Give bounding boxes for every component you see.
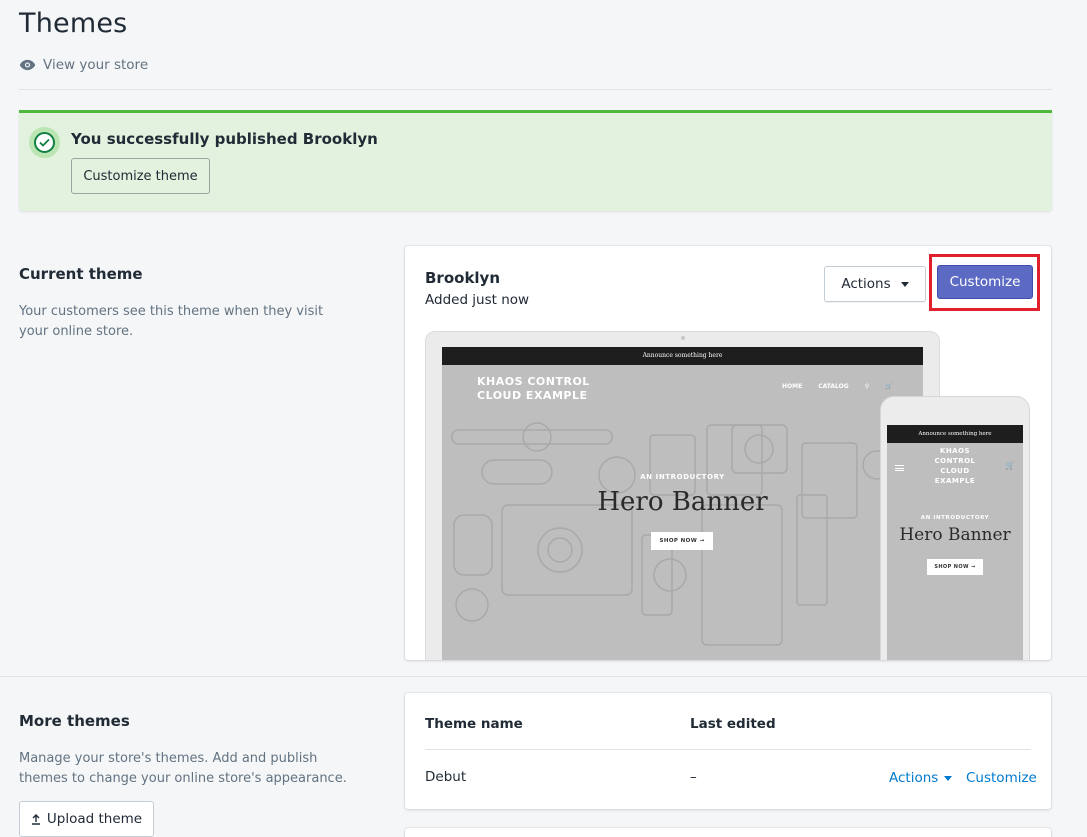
current-theme-heading: Current theme <box>19 265 143 283</box>
preview-announcement: Announce something here <box>442 347 923 365</box>
page-title: Themes <box>19 8 128 39</box>
theme-row-actions-link[interactable]: Actions <box>889 770 953 786</box>
theme-row-name: Debut <box>425 769 467 785</box>
preview-nav-home: HOME <box>782 383 803 390</box>
search-icon: ⚲ <box>864 383 870 390</box>
desktop-preview-screen: Announce something here KHAOS CONTROL CL… <box>442 347 923 660</box>
upload-icon <box>31 813 40 825</box>
current-theme-description: Your customers see this theme when they … <box>19 304 324 339</box>
preview-shop-button: SHOP NOW → <box>651 532 713 550</box>
mobile-intro: AN INTRODUCTORY <box>920 515 990 521</box>
preview-hero-title: Hero Banner <box>597 487 768 517</box>
current-theme-card: Brooklyn Added just now Actions Customiz… <box>405 246 1051 660</box>
preview-intro: AN INTRODUCTORY <box>640 473 725 481</box>
more-themes-card: Theme name Last edited Debut – Actions C… <box>405 693 1051 809</box>
view-store-link[interactable]: View your store <box>19 57 148 73</box>
view-store-label: View your store <box>43 57 149 73</box>
banner-message: You successfully published Brooklyn <box>71 130 378 148</box>
column-header-theme-name: Theme name <box>425 716 523 732</box>
caret-down-icon <box>900 281 909 287</box>
preview-shop-name: KHAOS CONTROL CLOUD EXAMPLE <box>477 375 590 402</box>
mobile-shop-name: KHAOS CONTROL CLOUD EXAMPLE <box>934 447 976 485</box>
column-header-last-edited: Last edited <box>690 716 776 732</box>
customize-theme-button[interactable]: Customize theme <box>71 158 210 194</box>
eye-icon <box>19 59 36 71</box>
upload-theme-label: Upload theme <box>46 811 143 827</box>
theme-library-card <box>405 828 1051 837</box>
success-check-icon <box>29 127 60 158</box>
theme-row-last-edited: – <box>690 769 697 785</box>
more-themes-heading: More themes <box>19 712 130 730</box>
caret-down-icon <box>944 775 953 781</box>
laptop-camera <box>681 336 685 340</box>
cart-icon: 🛒 <box>885 383 893 390</box>
theme-row-customize-link[interactable]: Customize <box>966 770 1037 786</box>
desktop-preview: Announce something here KHAOS CONTROL CL… <box>425 331 940 660</box>
success-banner: You successfully published Brooklyn Cust… <box>19 110 1052 211</box>
mobile-announcement: Announce something here <box>887 425 1023 443</box>
section-divider <box>0 676 1087 677</box>
header-divider <box>19 89 1052 90</box>
upload-theme-button[interactable]: Upload theme <box>19 801 154 837</box>
theme-row-actions-label: Actions <box>889 770 939 786</box>
actions-label: Actions <box>841 276 891 292</box>
highlight-frame: Customize <box>929 254 1040 311</box>
actions-dropdown-button[interactable]: Actions <box>824 266 926 302</box>
mobile-preview-screen: Announce something here 🛒 KHAOS CONTROL … <box>887 425 1023 660</box>
current-theme-added: Added just now <box>425 292 530 308</box>
table-divider <box>425 749 1031 750</box>
preview-nav: HOME CATALOG ⚲ 🛒 <box>782 383 893 390</box>
preview-nav-catalog: CATALOG <box>818 383 849 390</box>
mobile-shop-button: SHOP NOW → <box>927 559 983 575</box>
more-themes-description: Manage your store's themes. Add and publ… <box>19 751 347 786</box>
customize-button[interactable]: Customize <box>937 265 1033 299</box>
current-theme-name: Brooklyn <box>425 269 501 287</box>
mobile-hero-title: Hero Banner <box>899 525 1011 545</box>
mobile-preview: Announce something here 🛒 KHAOS CONTROL … <box>880 396 1030 660</box>
